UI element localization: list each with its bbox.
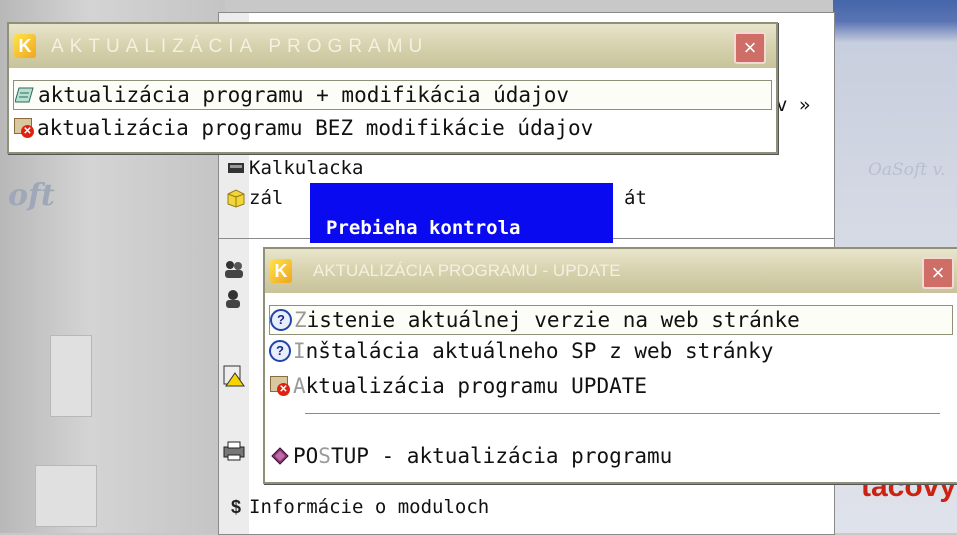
menu-item-label: aktualizácia programu BEZ modifikácie úd… <box>37 116 594 140</box>
menu-item-install-sp[interactable]: ? Inštalácia aktuálneho SP z web stránky <box>269 337 773 365</box>
close-button[interactable]: × <box>922 257 954 289</box>
window-titlebar[interactable]: K AKTUALIZÁCIA PROGRAMU - UPDATE × <box>265 249 957 293</box>
menu-item-label: zál <box>249 187 284 209</box>
book-icon <box>269 445 291 467</box>
update-no-modify-icon: ✕ <box>13 117 35 139</box>
update-program-update-window: K AKTUALIZÁCIA PROGRAMU - UPDATE × ? Zis… <box>263 247 957 484</box>
menu-item-label: Informácie o moduloch <box>249 496 490 518</box>
update-no-modify-icon: ✕ <box>269 375 291 397</box>
menu-item-update-without-modify[interactable]: ✕ aktualizácia programu BEZ modifikácie … <box>13 114 593 142</box>
app-logo-icon: K <box>14 34 36 58</box>
menu-item-label-suffix: át <box>624 187 647 209</box>
help-icon: ? <box>269 340 291 362</box>
window-title: AKTUALIZÁCIA PROGRAMU - UPDATE <box>313 261 621 280</box>
menu-item-label: ktualizácia programu UPDATE <box>305 374 648 398</box>
menu-item-run-update[interactable]: ✕ Aktualizácia programu UPDATE <box>269 372 647 400</box>
menu-item-procedure[interactable]: PO S TUP - aktualizácia programu <box>269 442 672 470</box>
window-title: AKTUALIZÁCIA PROGRAMU <box>51 36 429 57</box>
background-logo-text: oft <box>8 178 55 213</box>
app-logo-icon: K <box>270 259 292 283</box>
background-tile <box>35 465 97 527</box>
progress-text: Prebieha kontrola <box>326 217 521 239</box>
menu-item-update-with-modify[interactable]: aktualizácia programu + modifikácia údaj… <box>13 80 772 110</box>
update-program-window: K AKTUALIZÁCIA PROGRAMU × aktualizácia p… <box>7 22 778 154</box>
menu-item-label-prefix: PO <box>293 444 319 468</box>
close-button[interactable]: × <box>734 32 766 64</box>
menu-item-informacie[interactable]: $ Informácie o moduloch <box>225 496 489 518</box>
printer-icon <box>223 441 245 465</box>
menu-item-accel: I <box>293 339 306 363</box>
help-icon: ? <box>270 309 292 331</box>
menu-item-label: TUP - aktualizácia programu <box>330 444 673 468</box>
update-modify-icon <box>14 84 36 106</box>
menu-item-label: Kalkulacka <box>249 157 364 179</box>
background-version-text: OaSoft v. <box>868 160 946 180</box>
window-titlebar[interactable]: K AKTUALIZÁCIA PROGRAMU × <box>9 24 776 68</box>
background-tile <box>50 335 92 417</box>
menu-item-zaloha[interactable]: zál <box>225 187 283 209</box>
menu-item-label: aktualizácia programu + modifikácia údaj… <box>38 83 570 107</box>
user-icon <box>223 289 243 313</box>
menu-item-kalkulacka[interactable]: Kalkulacka <box>225 157 363 179</box>
menu-item-accel: Z <box>294 308 307 332</box>
menu-separator <box>305 413 940 414</box>
package-icon <box>225 188 247 208</box>
dollar-icon: $ <box>230 496 241 517</box>
menu-item-check-version[interactable]: ? Zistenie aktuálnej verzie na web strán… <box>269 305 953 335</box>
menu-item-accel: S <box>318 444 331 468</box>
menu-item-label: istenie aktuálnej verzie na web stránke <box>306 308 800 332</box>
calculator-icon <box>225 158 247 178</box>
submenu-arrow[interactable]: v » <box>776 94 810 116</box>
progress-banner: Prebieha kontrola <box>310 183 613 243</box>
users-icon <box>223 259 245 283</box>
warning-document-icon <box>223 365 245 391</box>
menu-item-label: nštalácia aktuálneho SP z web stránky <box>305 339 774 363</box>
menu-item-accel: A <box>293 374 306 398</box>
